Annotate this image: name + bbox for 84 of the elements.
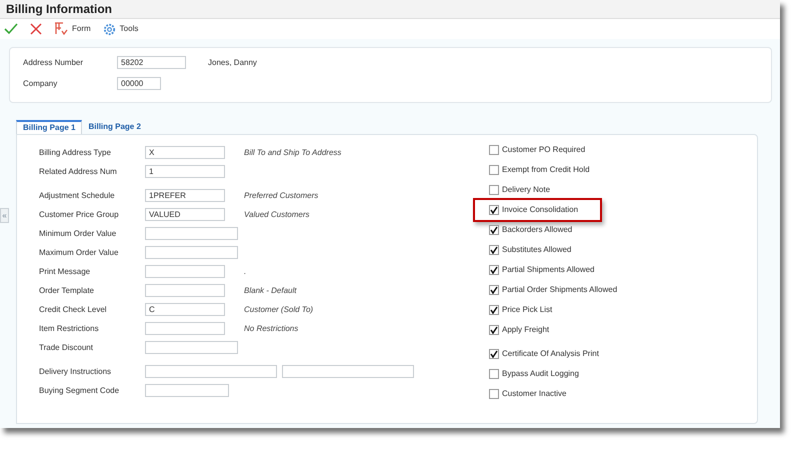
checkbox-label: Substitutes Allowed [502, 244, 572, 256]
checkbox-label: Exempt from Credit Hold [502, 164, 590, 176]
checkbox[interactable] [489, 369, 499, 379]
field-label: Company [23, 78, 58, 90]
tab[interactable]: Billing Page 2 [82, 120, 147, 134]
cancel-button[interactable] [30, 23, 42, 35]
checkmark-icon [4, 23, 18, 35]
checkbox[interactable] [489, 265, 499, 275]
field-label: Minimum Order Value [39, 228, 118, 240]
input-field[interactable]: X [145, 146, 225, 159]
toolbar-button[interactable]: Tools [102, 22, 138, 36]
field-label: Print Message [39, 266, 92, 278]
field-label: Delivery Instructions [39, 366, 112, 378]
checkbox-label: Customer PO Required [502, 144, 586, 156]
checkbox[interactable] [489, 145, 499, 155]
check-icon [490, 226, 498, 234]
form-icon [54, 22, 68, 36]
field-label: Billing Address Type [39, 146, 112, 158]
field-label: Maximum Order Value [39, 246, 120, 258]
checkbox[interactable] [489, 165, 499, 175]
field-label: Address Number [23, 56, 84, 68]
checkbox-label: Customer Inactive [502, 388, 566, 400]
checkbox[interactable] [489, 285, 499, 295]
checkbox[interactable] [489, 349, 499, 359]
field-label: Related Address Num [39, 166, 118, 178]
checkbox[interactable] [489, 185, 499, 195]
input-field[interactable]: 1 [145, 165, 225, 178]
close-icon [30, 23, 42, 35]
input-field[interactable]: VALUED [145, 208, 225, 221]
check-icon [490, 326, 498, 334]
input-field[interactable] [145, 265, 225, 278]
checkbox-label: Certificate Of Analysis Print [502, 348, 599, 360]
check-icon [490, 286, 498, 294]
input-field[interactable] [145, 341, 238, 354]
checkbox-label: Backorders Allowed [502, 224, 572, 236]
checkbox-label: Partial Order Shipments Allowed [502, 284, 618, 296]
tab[interactable]: Billing Page 1 [16, 120, 82, 134]
checkbox[interactable] [489, 205, 499, 215]
check-icon [490, 206, 498, 214]
field-description: No Restrictions [244, 322, 298, 334]
field-label: Trade Discount [39, 342, 94, 354]
input-field[interactable] [145, 227, 238, 240]
input-field[interactable] [145, 384, 229, 397]
checkbox-label: Price Pick List [502, 304, 552, 316]
field-label: Adjustment Schedule [39, 190, 116, 202]
field-description: Jones, Danny [208, 56, 257, 68]
field-description: . [244, 266, 246, 278]
check-icon [490, 266, 498, 274]
field-description: Valued Customers [244, 208, 310, 220]
input-field[interactable]: 00000 [117, 77, 161, 90]
checkbox[interactable] [489, 389, 499, 399]
ok-button[interactable] [4, 23, 18, 35]
field-label: Item Restrictions [39, 322, 100, 334]
checkbox-label: Invoice Consolidation [502, 204, 578, 216]
gear-icon [102, 22, 116, 36]
checkbox[interactable] [489, 225, 499, 235]
input-field[interactable] [145, 284, 225, 297]
input-field[interactable] [145, 322, 225, 335]
input-field[interactable]: 1PREFER [145, 189, 225, 202]
field-label: Order Template [39, 284, 95, 296]
checkbox-label: Partial Shipments Allowed [502, 264, 594, 276]
checkbox-label: Apply Freight [502, 324, 550, 336]
input-field[interactable]: 58202 [117, 56, 186, 69]
field-label: Buying Segment Code [39, 384, 120, 396]
input-field[interactable] [145, 246, 238, 259]
field-description: Customer (Sold To) [244, 304, 314, 316]
input-field[interactable]: C [145, 303, 225, 316]
check-icon [490, 246, 498, 254]
field-description: Bill To and Ship To Address [244, 146, 342, 158]
toolbar-button[interactable]: Form [54, 22, 91, 36]
checkbox-label: Bypass Audit Logging [502, 368, 579, 380]
field-description: Blank - Default [244, 284, 296, 296]
check-icon [490, 306, 498, 314]
field-label: Customer Price Group [39, 208, 120, 220]
field-description: Preferred Customers [244, 190, 318, 202]
checkbox[interactable] [489, 245, 499, 255]
checkbox[interactable] [489, 305, 499, 315]
field-label: Credit Check Level [39, 304, 108, 316]
check-icon [490, 350, 498, 358]
input-field[interactable] [145, 365, 277, 378]
checkbox-label: Delivery Note [502, 184, 550, 196]
checkbox[interactable] [489, 325, 499, 335]
input-field[interactable] [282, 365, 414, 378]
window-title: Billing Information [6, 1, 112, 18]
